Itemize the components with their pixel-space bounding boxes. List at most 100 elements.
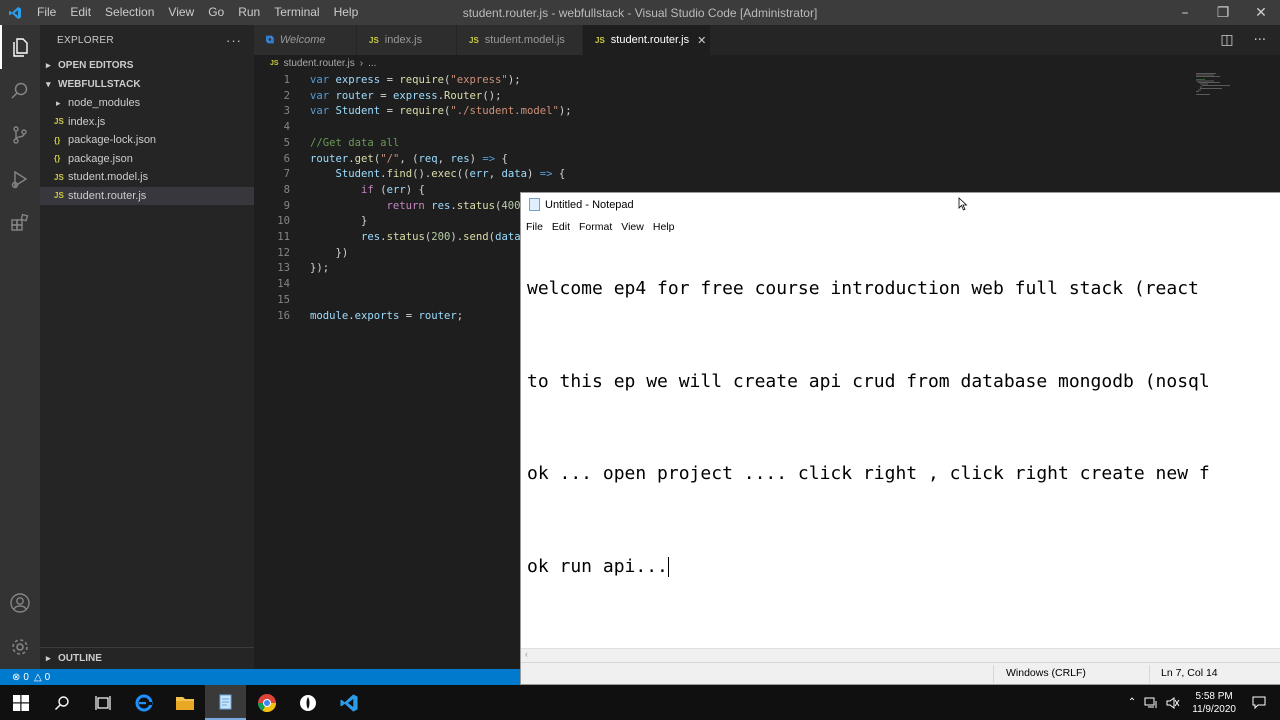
volume-mute-icon[interactable] [1166, 696, 1180, 709]
problems-indicator[interactable]: ⊗ 0 △ 0 [12, 672, 50, 683]
notepad-title: Untitled - Notepad [545, 198, 634, 211]
tree-item-node-modules[interactable]: ▸ node_modules [40, 94, 254, 113]
code-line: 8 if (err) { [254, 184, 425, 200]
code-line: 10 } [254, 215, 367, 231]
more-actions-icon[interactable]: ··· [226, 33, 242, 48]
chrome-icon[interactable] [246, 685, 287, 720]
code-line: 4 [254, 121, 290, 137]
tree-item-package-lock-json[interactable]: {} package-lock.json [40, 131, 254, 150]
tab-index-js[interactable]: JS index.js [357, 25, 457, 55]
tree-item-index-js[interactable]: JS index.js [40, 113, 254, 132]
source-control-icon[interactable] [0, 113, 40, 157]
maximize-button[interactable]: ❐ [1204, 0, 1242, 25]
code-line: 16 module.exports = router; [254, 310, 463, 326]
app-icon[interactable] [287, 685, 328, 720]
notepad-menu-edit[interactable]: Edit [552, 221, 576, 233]
code-line: 14 [254, 278, 290, 294]
explorer-icon[interactable] [0, 25, 40, 69]
notepad-menu-file[interactable]: File [526, 221, 549, 233]
task-view-icon[interactable] [82, 685, 123, 720]
menu-help[interactable]: Help [327, 0, 366, 25]
menu-go[interactable]: Go [201, 0, 231, 25]
account-icon[interactable] [0, 581, 40, 625]
code-line: 15 [254, 294, 290, 310]
notepad-menu-help[interactable]: Help [653, 221, 681, 233]
cursor-position: Ln 7, Col 14 [1161, 667, 1218, 679]
horizontal-scrollbar[interactable]: ‹ [521, 648, 1280, 663]
line-number: 10 [277, 215, 290, 228]
tab-student-model-js[interactable]: JS student.model.js [457, 25, 583, 55]
outline-label: OUTLINE [58, 653, 102, 664]
code-line: 13}); [254, 262, 329, 278]
tree-item-label: index.js [68, 115, 106, 128]
notification-icon[interactable] [1252, 696, 1266, 709]
menu-terminal[interactable]: Terminal [267, 0, 326, 25]
explorer-panel: EXPLORER ··· ▸ OPEN EDITORS ▾ WEBFULLSTA… [40, 25, 254, 669]
notepad-menu-view[interactable]: View [621, 221, 650, 233]
scroll-left-icon[interactable]: ‹ [525, 649, 528, 659]
explorer-header: EXPLORER ··· [40, 25, 254, 55]
open-editors-section[interactable]: ▸ OPEN EDITORS [40, 55, 254, 75]
windows-start-icon[interactable] [0, 685, 41, 720]
code-text: return res.status(400 [386, 199, 521, 212]
extensions-icon[interactable] [0, 201, 40, 245]
breadcrumb-symbols[interactable]: ... [368, 58, 376, 69]
internet-explorer-icon[interactable] [123, 685, 164, 720]
mouse-cursor-icon [958, 197, 968, 211]
network-icon[interactable] [1144, 697, 1158, 709]
line-number: 4 [283, 121, 290, 134]
search-icon[interactable] [41, 685, 82, 720]
tree-item-package-json[interactable]: {} package.json [40, 150, 254, 169]
error-icon: ⊗ [12, 671, 21, 683]
notepad-title-bar[interactable]: Untitled - Notepad [521, 193, 1280, 216]
project-section[interactable]: ▾ WEBFULLSTACK [40, 74, 254, 94]
show-hidden-icons-icon[interactable]: ⌃ [1128, 697, 1136, 708]
run-debug-icon[interactable] [0, 157, 40, 201]
code-text: var Student = require("./student.model")… [310, 105, 572, 118]
chevron-down-icon: ▾ [46, 78, 51, 89]
code-text: router.get("/", (req, res) => { [310, 152, 508, 165]
clock[interactable]: 5:58 PM 11/9/2020 [1192, 690, 1236, 716]
line-number: 7 [283, 168, 290, 181]
tab-welcome[interactable]: ⧉ Welcome [254, 25, 357, 55]
menu-selection[interactable]: Selection [98, 0, 161, 25]
status-separator [1149, 665, 1150, 683]
search-icon[interactable] [0, 69, 40, 113]
notepad-menu-format[interactable]: Format [579, 221, 618, 233]
code-text: module.exports = router; [310, 309, 464, 322]
notepad-text-area[interactable]: welcome ep4 for free course introduction… [527, 236, 1280, 646]
settings-gear-icon[interactable] [0, 625, 40, 669]
tree-item-student-model-js[interactable]: JS student.model.js [40, 168, 254, 187]
tree-item-student-router-js[interactable]: JS student.router.js [40, 186, 254, 205]
file-explorer-icon[interactable] [164, 685, 205, 720]
js-file-icon: JS [54, 191, 64, 201]
menu-view[interactable]: View [161, 0, 201, 25]
code-text: }) [335, 246, 349, 259]
menu-run[interactable]: Run [231, 0, 267, 25]
notepad-taskbar-icon[interactable] [205, 685, 246, 720]
js-file-icon: JS [54, 172, 64, 182]
breadcrumb-separator-icon: › [359, 58, 364, 69]
vscode-taskbar-icon[interactable] [328, 685, 369, 720]
text-line: to this ep we will create api crud from … [527, 370, 1210, 392]
explorer-title: EXPLORER [57, 34, 114, 46]
outline-section[interactable]: ▸ OUTLINE [40, 647, 254, 669]
menu-file[interactable]: File [30, 0, 63, 25]
split-editor-icon[interactable]: ◫ [1220, 32, 1233, 48]
breadcrumb-file[interactable]: student.router.js [284, 58, 355, 69]
text-line: ok run api... [527, 555, 668, 577]
js-file-icon: JS [270, 60, 279, 67]
minimize-button[interactable]: – [1166, 0, 1204, 25]
tab-close-icon[interactable]: ✕ [697, 34, 706, 47]
breadcrumb: JS student.router.js › ... [254, 55, 1280, 72]
chevron-right-icon: ▸ [46, 59, 51, 70]
close-button[interactable]: ✕ [1242, 0, 1280, 25]
warning-icon: △ [33, 671, 42, 683]
more-actions-icon[interactable]: ··· [1254, 33, 1266, 48]
line-number: 5 [283, 136, 290, 149]
code-line: 3 var Student = require("./student.model"… [254, 105, 572, 121]
menu-edit[interactable]: Edit [63, 0, 98, 25]
clock-time: 5:58 PM [1195, 690, 1233, 702]
minimap[interactable] [1194, 72, 1270, 96]
tab-student-router-js[interactable]: JS student.router.js ✕ [583, 25, 711, 55]
